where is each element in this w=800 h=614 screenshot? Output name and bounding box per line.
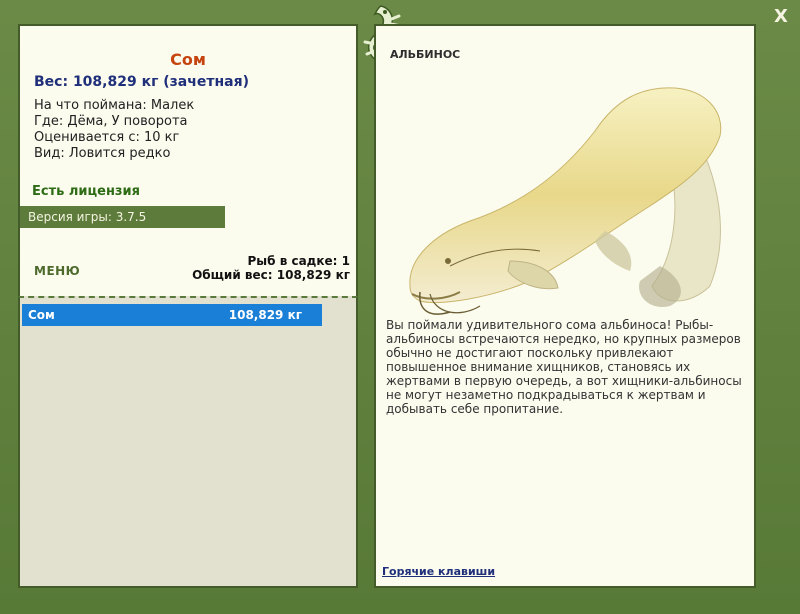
fish-name: Сом (170, 50, 206, 69)
menu-button[interactable]: МЕНЮ (34, 264, 80, 278)
catch-name: Сом (28, 308, 55, 322)
fish-weight: Вес: 108,829 кг (зачетная) (34, 74, 249, 90)
species-line: Вид: Ловится редко (34, 146, 171, 161)
keepnet-count: Рыб в садке: 1 (247, 254, 351, 268)
game-window: X Сом Вес: 108,829 кг (зачетная) На что … (0, 0, 800, 614)
fish-info-panel: Сом Вес: 108,829 кг (зачетная) На что по… (18, 24, 358, 296)
fish-detail-panel: АЛЬБИНОС Вы поймали удивительного сома а… (374, 24, 756, 588)
license-status: Есть лицензия (32, 184, 140, 199)
catch-weight: 108,829 кг (228, 308, 302, 322)
keepnet-total: Общий вес: 108,829 кг (192, 268, 350, 282)
place-line: Где: Дёма, У поворота (34, 114, 188, 129)
bait-line: На что поймана: Малек (34, 98, 195, 113)
version-bar: Версия игры: 3.7.5 (20, 206, 225, 228)
fish-description: Вы поймали удивительного сома альбиноса!… (386, 318, 742, 416)
keepnet-stats: Рыб в садке: 1 Общий вес: 108,829 кг (192, 254, 350, 282)
valued-line: Оценивается с: 10 кг (34, 130, 180, 145)
fish-details: На что поймана: Малек Где: Дёма, У повор… (34, 98, 194, 162)
catch-list-panel: Сом 108,829 кг (18, 296, 358, 588)
catfish-image (409, 87, 722, 315)
close-button[interactable]: X (770, 6, 792, 28)
catch-list-row[interactable]: Сом 108,829 кг (22, 304, 322, 326)
hotkeys-link[interactable]: Горячие клавиши (382, 565, 495, 578)
